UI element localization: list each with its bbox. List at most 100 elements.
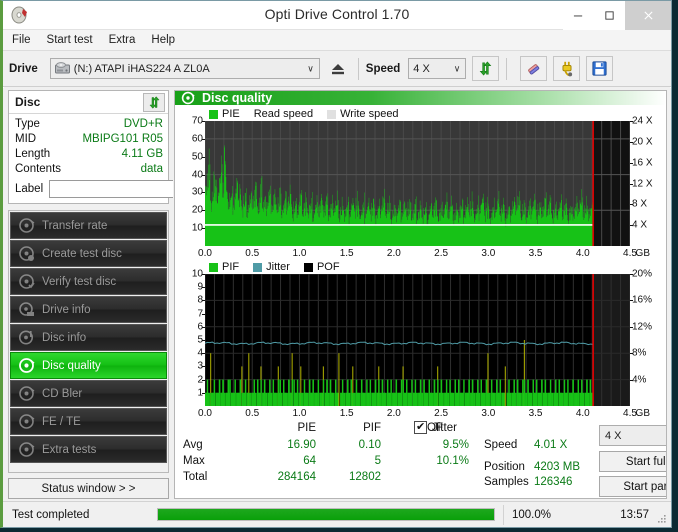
eject-button[interactable] <box>324 57 351 80</box>
close-button[interactable] <box>625 1 671 30</box>
minimize-button[interactable] <box>563 1 594 30</box>
test-nav-list: Transfer rate Create test disc Verify te… <box>8 210 169 473</box>
legend-item-jitter: Jitter <box>253 261 290 273</box>
disc-icon <box>18 385 35 402</box>
elapsed-time: 13:57 <box>620 508 649 521</box>
stats-header-pie: PIE <box>297 422 316 434</box>
position-readout-label: Position <box>484 461 525 473</box>
menu-item-file[interactable]: File <box>12 34 40 46</box>
menu-item-start-test[interactable]: Start test <box>47 34 102 46</box>
stats-max-pie: 64 <box>303 455 316 467</box>
speed-readout-value: 4.01 X <box>534 439 568 451</box>
disc-quality-icon <box>181 91 195 105</box>
plug-button[interactable] <box>553 56 581 81</box>
sidebar-item-drive-info[interactable]: Drive info <box>10 296 167 323</box>
pie-chart-block: PIE Read speed Write speed 10 20 30 40 5… <box>177 107 664 260</box>
stats-header-pif: PIF <box>363 422 381 434</box>
stats-avg-pif: 0.10 <box>358 439 381 451</box>
application-window: Opti Drive Control 1.70 File Start test … <box>0 0 672 528</box>
menu-item-extra[interactable]: Extra <box>109 34 145 46</box>
drive-select[interactable]: (N:) ATAPI iHAS224 A ZL0A ∨ <box>49 58 320 79</box>
save-button[interactable] <box>586 56 614 81</box>
stats-row-label-max: Max <box>183 455 205 467</box>
samples-readout-label: Samples <box>484 476 529 488</box>
main-body: Disc Type DVD+R MID MBIPG101 R05 Length … <box>3 88 671 501</box>
disc-label-row: Label <box>15 179 253 199</box>
y2-axis-tick-mark <box>630 326 633 328</box>
y2-axis-tick-mark <box>630 141 633 143</box>
x-axis-tick-label: 4.0 <box>575 248 590 259</box>
start-full-button[interactable]: Start full <box>599 451 666 472</box>
sidebar-item-label: Transfer rate <box>42 219 108 232</box>
y2-axis-tick-label: 8% <box>632 347 647 359</box>
y2-axis-tick-label: 16 X <box>632 157 653 169</box>
resize-grip-icon[interactable] <box>657 514 667 524</box>
legend-label: Read speed <box>253 108 314 120</box>
disc-row-value: data <box>140 163 163 175</box>
y2-axis-tick-label: 16% <box>632 294 653 306</box>
pie-y-axis-right: 4 X 8 X 12 X 16 X 20 X 24 X <box>630 116 664 246</box>
disc-row-type: Type DVD+R <box>15 117 163 132</box>
sidebar-item-verify-test-disc[interactable]: Verify test disc <box>10 268 167 295</box>
legend-label: POF <box>316 261 340 273</box>
disc-refresh-button[interactable] <box>143 93 165 112</box>
maximize-button[interactable] <box>594 1 625 30</box>
stats-max-pif: 5 <box>374 455 381 467</box>
disc-icon <box>18 413 35 430</box>
sidebar-item-disc-info[interactable]: Disc info <box>10 324 167 351</box>
disc-icon <box>18 217 35 234</box>
sidebar-item-fe-te[interactable]: FE / TE <box>10 408 167 435</box>
stats-row-label-avg: Avg <box>183 439 203 451</box>
erase-button[interactable] <box>520 56 548 81</box>
legend-item-pof: POF <box>303 261 340 273</box>
disc-quality-icon <box>18 357 35 374</box>
disc-row-key: Contents <box>15 163 62 175</box>
pie-y-axis-left: 10 20 30 40 50 60 70 <box>177 116 205 246</box>
status-window-button[interactable]: Status window > > <box>8 478 169 499</box>
progress-bar <box>157 508 495 521</box>
jitter-checkbox[interactable] <box>414 420 427 434</box>
disc-row-value: MBIPG101 R05 <box>82 133 163 145</box>
sidebar-item-cd-bler[interactable]: CD Bler <box>10 380 167 407</box>
pif-plot-area[interactable] <box>205 274 630 406</box>
legend-item-write-speed: Write speed <box>327 108 399 120</box>
x-axis-tick-label: 0.5 <box>245 408 260 419</box>
legend-swatch-pof <box>303 262 313 272</box>
refresh-button[interactable] <box>472 56 500 81</box>
y2-axis-tick-label: 4 X <box>632 219 648 231</box>
progress-bar-fill <box>158 509 494 520</box>
menu-item-help[interactable]: Help <box>151 34 184 46</box>
legend-item-read-speed: Read speed <box>254 108 313 120</box>
sidebar-item-label: Disc quality <box>42 359 101 372</box>
disc-info-icon <box>18 329 35 346</box>
sidebar-item-label: Create test disc <box>42 247 122 260</box>
menu-bar: File Start test Extra Help <box>3 30 671 51</box>
sidebar-item-extra-tests[interactable]: Extra tests <box>10 436 167 463</box>
speed-select[interactable]: 4 X ∨ <box>408 58 467 79</box>
stats-avg-jitter: 9.5% <box>442 439 469 451</box>
sidebar-item-disc-quality[interactable]: Disc quality <box>10 352 167 379</box>
disc-row-value: DVD+R <box>123 118 163 130</box>
stats-avg-pie: 16.90 <box>287 439 316 451</box>
pie-chart-legend: PIE Read speed Write speed <box>177 107 664 121</box>
x-axis-tick-label: 3.0 <box>481 408 496 419</box>
y2-axis-tick-label: 20 X <box>632 136 653 148</box>
stats-max-jitter: 10.1% <box>436 455 469 467</box>
x-axis-unit-label: GB <box>635 408 650 419</box>
legend-swatch-pie <box>209 109 218 119</box>
panel-title: Disc quality <box>202 91 273 105</box>
start-part-button[interactable]: Start part <box>599 476 666 497</box>
pie-plot-wrap: 10 20 30 40 50 60 70 4 X 8 X 12 X 16 X 20 X 24 X <box>177 116 664 246</box>
sidebar-item-create-test-disc[interactable]: Create test disc <box>10 240 167 267</box>
y2-axis-tick-label: 8 X <box>632 198 648 210</box>
drive-info-icon <box>18 301 35 318</box>
stats-total-pif: 12802 <box>349 471 381 483</box>
x-axis-tick-label: 1.0 <box>292 408 307 419</box>
test-speed-select[interactable]: 4 X ∨ <box>599 425 666 446</box>
legend-swatch-pif <box>209 262 218 272</box>
sidebar-item-transfer-rate[interactable]: Transfer rate <box>10 212 167 239</box>
pie-plot-area[interactable] <box>205 121 630 246</box>
disc-icon <box>18 441 35 458</box>
x-axis-tick-label: 1.5 <box>339 248 354 259</box>
x-axis-tick-label: 3.5 <box>528 248 543 259</box>
